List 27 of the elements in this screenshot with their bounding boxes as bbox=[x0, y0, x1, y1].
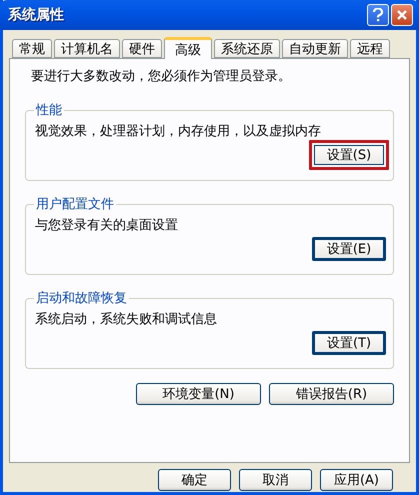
dialog-option-button[interactable]: 错误报告(R) bbox=[269, 383, 394, 405]
tab[interactable]: 计算机名 bbox=[54, 39, 120, 58]
settings-button[interactable]: 设置(T) bbox=[309, 328, 389, 358]
tab[interactable]: 自动更新 bbox=[282, 39, 348, 58]
dialog-option-button[interactable]: 环境变量(N) bbox=[136, 383, 261, 405]
window-title: 系统属性 bbox=[8, 6, 64, 24]
group-title: 启动和故障恢复 bbox=[35, 290, 128, 307]
dialog-button[interactable]: 应用(A) bbox=[320, 469, 393, 491]
settings-button[interactable]: 设置(E) bbox=[309, 234, 389, 264]
dialog-button[interactable]: 确定 bbox=[158, 469, 231, 491]
tab[interactable]: 常规 bbox=[12, 39, 52, 58]
close-icon bbox=[396, 9, 408, 21]
tab[interactable]: 远程 bbox=[350, 39, 390, 58]
group-description: 与您登录有关的桌面设置 bbox=[35, 217, 179, 234]
group-description: 系统启动，系统失败和调试信息 bbox=[35, 311, 218, 328]
settings-button[interactable]: 设置(S) bbox=[309, 140, 389, 170]
close-button[interactable] bbox=[391, 4, 413, 26]
tab[interactable]: 硬件 bbox=[122, 39, 162, 58]
help-icon bbox=[372, 8, 384, 22]
group-title: 性能 bbox=[34, 102, 63, 119]
group-description: 视觉效果，处理器计划，内存使用，以及虚拟内存 bbox=[35, 123, 322, 140]
group-title: 用户配置文件 bbox=[35, 196, 115, 213]
dialog-button[interactable]: 取消 bbox=[239, 469, 312, 491]
tab[interactable]: 高级 bbox=[164, 37, 212, 59]
help-button[interactable] bbox=[367, 4, 389, 26]
notice-text: 要进行大多数改动，您必须作为管理员登录。 bbox=[31, 68, 292, 85]
tab[interactable]: 系统还原 bbox=[214, 39, 280, 58]
